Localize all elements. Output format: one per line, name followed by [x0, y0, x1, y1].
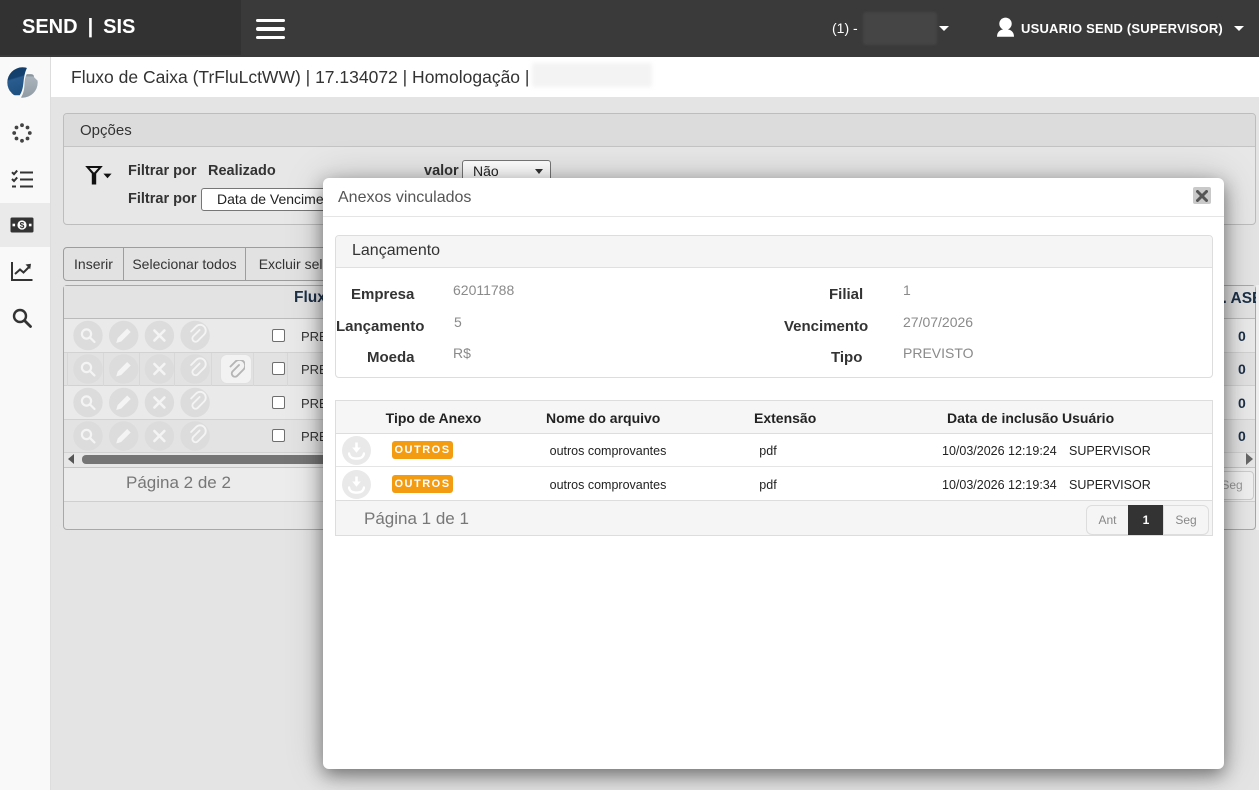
svg-text:$: $ [20, 220, 25, 230]
